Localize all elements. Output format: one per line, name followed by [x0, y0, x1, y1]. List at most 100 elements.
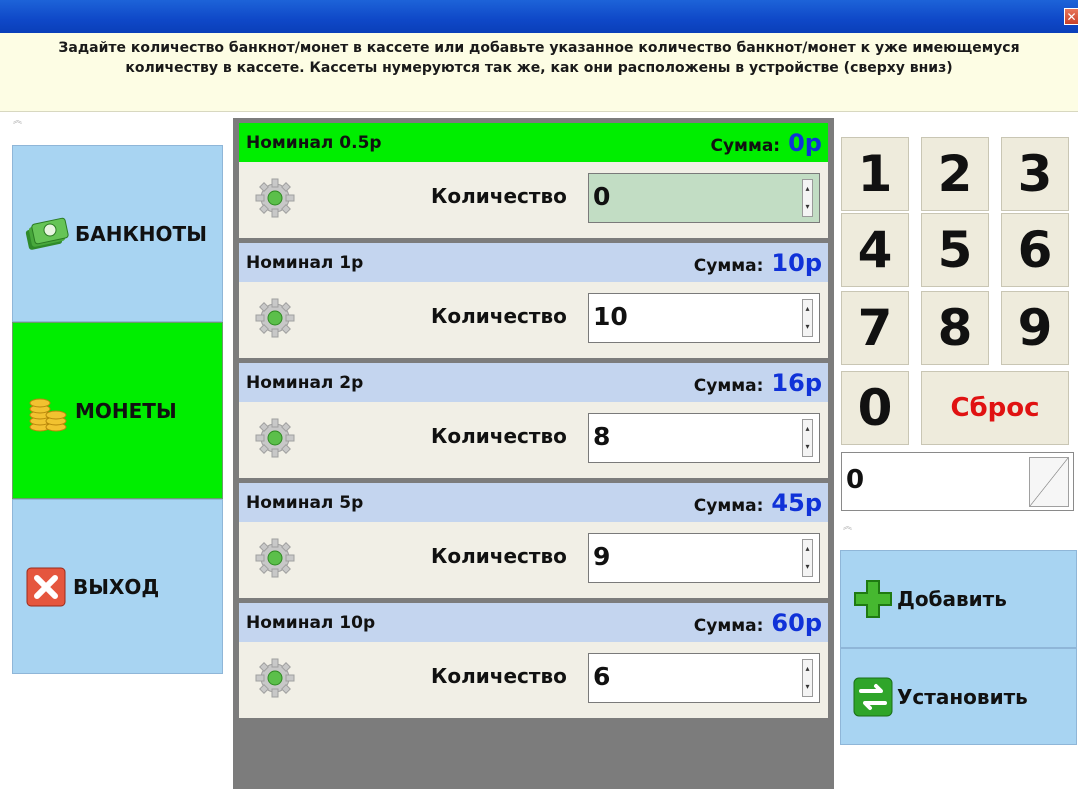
instruction-banner: Задайте количество банкнот/монет в кассе…	[0, 33, 1078, 112]
nav-exit-label: ВЫХОД	[73, 574, 160, 599]
sum-value: 45р	[771, 488, 822, 517]
cassette-header[interactable]: Номинал 10р Сумма: 60р	[239, 603, 828, 642]
add-button-label: Добавить	[897, 587, 1007, 611]
cassette-row: Номинал 1р Сумма: 10р Количество 10 ▴ ▾	[239, 243, 828, 358]
quantity-label: Количество	[431, 664, 567, 688]
quantity-spinner[interactable]: ▴ ▾	[802, 539, 813, 577]
nav-coins-button[interactable]: МОНЕТЫ	[12, 322, 223, 499]
spin-up-icon[interactable]: ▴	[803, 300, 812, 318]
cassette-sum: Сумма: 16р	[694, 369, 822, 397]
spin-down-icon[interactable]: ▾	[803, 558, 812, 576]
cassette-row: Номинал 5р Сумма: 45р Количество 9 ▴ ▾	[239, 483, 828, 598]
amount-entry-field[interactable]: 0	[841, 452, 1074, 511]
cassette-sum: Сумма: 0р	[710, 129, 822, 157]
cassette-denomination: Номинал 0.5р	[246, 132, 382, 153]
cassette-body: Количество 9 ▴ ▾	[239, 522, 828, 598]
cassette-body: Количество 10 ▴ ▾	[239, 282, 828, 358]
amount-entry-value: 0	[846, 465, 865, 495]
spin-up-icon[interactable]: ▴	[803, 180, 812, 198]
quantity-input[interactable]: 8 ▴ ▾	[588, 413, 820, 463]
quantity-spinner[interactable]: ▴ ▾	[802, 179, 813, 217]
cassette-body: Количество 0 ▴ ▾	[239, 162, 828, 238]
keypad-key-4[interactable]: 4	[841, 213, 909, 287]
cassette-sum: Сумма: 45р	[694, 489, 822, 517]
plus-icon	[851, 577, 895, 621]
gear-icon[interactable]	[253, 176, 297, 220]
quantity-value: 6	[593, 662, 611, 691]
close-icon	[23, 564, 69, 610]
set-button[interactable]: Установить	[840, 648, 1077, 745]
keypad-key-9[interactable]: 9	[1001, 291, 1069, 365]
cassette-row: Номинал 0.5р Сумма: 0р Количество 0 ▴ ▾	[239, 123, 828, 238]
keypad-key-2[interactable]: 2	[921, 137, 989, 211]
cassette-body: Количество 8 ▴ ▾	[239, 402, 828, 478]
quantity-input[interactable]: 10 ▴ ▾	[588, 293, 820, 343]
cassette-header[interactable]: Номинал 2р Сумма: 16р	[239, 363, 828, 402]
quantity-label: Количество	[431, 304, 567, 328]
amount-spinner[interactable]	[1029, 457, 1069, 507]
keypad-key-7[interactable]: 7	[841, 291, 909, 365]
gear-icon[interactable]	[253, 536, 297, 580]
instruction-text: Задайте количество банкнот/монет в кассе…	[58, 40, 1020, 76]
cassette-header[interactable]: Номинал 5р Сумма: 45р	[239, 483, 828, 522]
collapse-chevron-icon[interactable]: ︽	[13, 113, 22, 126]
set-button-label: Установить	[897, 684, 1028, 709]
quantity-value: 9	[593, 542, 611, 571]
cassette-denomination: Номинал 2р	[246, 372, 364, 393]
quantity-label: Количество	[431, 544, 567, 568]
cassette-denomination: Номинал 5р	[246, 492, 364, 513]
cassette-row: Номинал 10р Сумма: 60р Количество 6 ▴ ▾	[239, 603, 828, 718]
quantity-input[interactable]: 6 ▴ ▾	[588, 653, 820, 703]
sum-label: Сумма:	[693, 615, 764, 636]
sum-label: Сумма:	[710, 135, 781, 156]
quantity-value: 8	[593, 422, 611, 451]
quantity-input[interactable]: 0 ▴ ▾	[588, 173, 820, 223]
window-close-button[interactable]: ✕	[1064, 8, 1078, 25]
quantity-input[interactable]: 9 ▴ ▾	[588, 533, 820, 583]
banknotes-icon	[25, 211, 71, 257]
keypad-key-1[interactable]: 1	[841, 137, 909, 211]
spin-up-icon[interactable]: ▴	[803, 660, 812, 678]
nav-banknotes-button[interactable]: БАНКНОТЫ	[12, 145, 223, 322]
cassette-header[interactable]: Номинал 1р Сумма: 10р	[239, 243, 828, 282]
keypad-key-3[interactable]: 3	[1001, 137, 1069, 211]
quantity-label: Количество	[431, 424, 567, 448]
collapse-chevron-icon[interactable]: ︽	[843, 519, 852, 532]
spin-up-icon[interactable]: ▴	[803, 420, 812, 438]
keypad-key-0[interactable]: 0	[841, 371, 909, 445]
sum-label: Сумма:	[693, 495, 764, 516]
quantity-spinner[interactable]: ▴ ▾	[802, 659, 813, 697]
quantity-spinner[interactable]: ▴ ▾	[802, 419, 813, 457]
cassette-body: Количество 6 ▴ ▾	[239, 642, 828, 718]
spin-down-icon[interactable]: ▾	[803, 318, 812, 336]
gear-icon[interactable]	[253, 656, 297, 700]
cassette-sum: Сумма: 10р	[694, 249, 822, 277]
quantity-value: 0	[593, 182, 611, 211]
spin-down-icon[interactable]: ▾	[803, 678, 812, 696]
reset-button[interactable]: Сброс	[921, 371, 1069, 445]
cassette-header[interactable]: Номинал 0.5р Сумма: 0р	[239, 123, 828, 162]
sum-value: 0р	[788, 128, 822, 157]
coins-icon	[25, 388, 71, 434]
sum-label: Сумма:	[693, 255, 764, 276]
cassette-denomination: Номинал 1р	[246, 252, 364, 273]
cassette-sum: Сумма: 60р	[694, 609, 822, 637]
spin-down-icon[interactable]: ▾	[803, 438, 812, 456]
keypad-key-5[interactable]: 5	[921, 213, 989, 287]
window-titlebar: ✕	[0, 0, 1078, 33]
quantity-label: Количество	[431, 184, 567, 208]
cassette-list: Номинал 0.5р Сумма: 0р Количество 0 ▴ ▾ …	[233, 118, 834, 789]
sum-value: 60р	[771, 608, 822, 637]
quantity-spinner[interactable]: ▴ ▾	[802, 299, 813, 337]
keypad-key-6[interactable]: 6	[1001, 213, 1069, 287]
arrows-swap-icon	[851, 675, 895, 719]
keypad-key-8[interactable]: 8	[921, 291, 989, 365]
gear-icon[interactable]	[253, 416, 297, 460]
spin-down-icon[interactable]: ▾	[803, 198, 812, 216]
gear-icon[interactable]	[253, 296, 297, 340]
quantity-value: 10	[593, 302, 628, 331]
sum-value: 16р	[771, 368, 822, 397]
add-button[interactable]: Добавить	[840, 550, 1077, 648]
nav-exit-button[interactable]: ВЫХОД	[12, 499, 223, 674]
spin-up-icon[interactable]: ▴	[803, 540, 812, 558]
